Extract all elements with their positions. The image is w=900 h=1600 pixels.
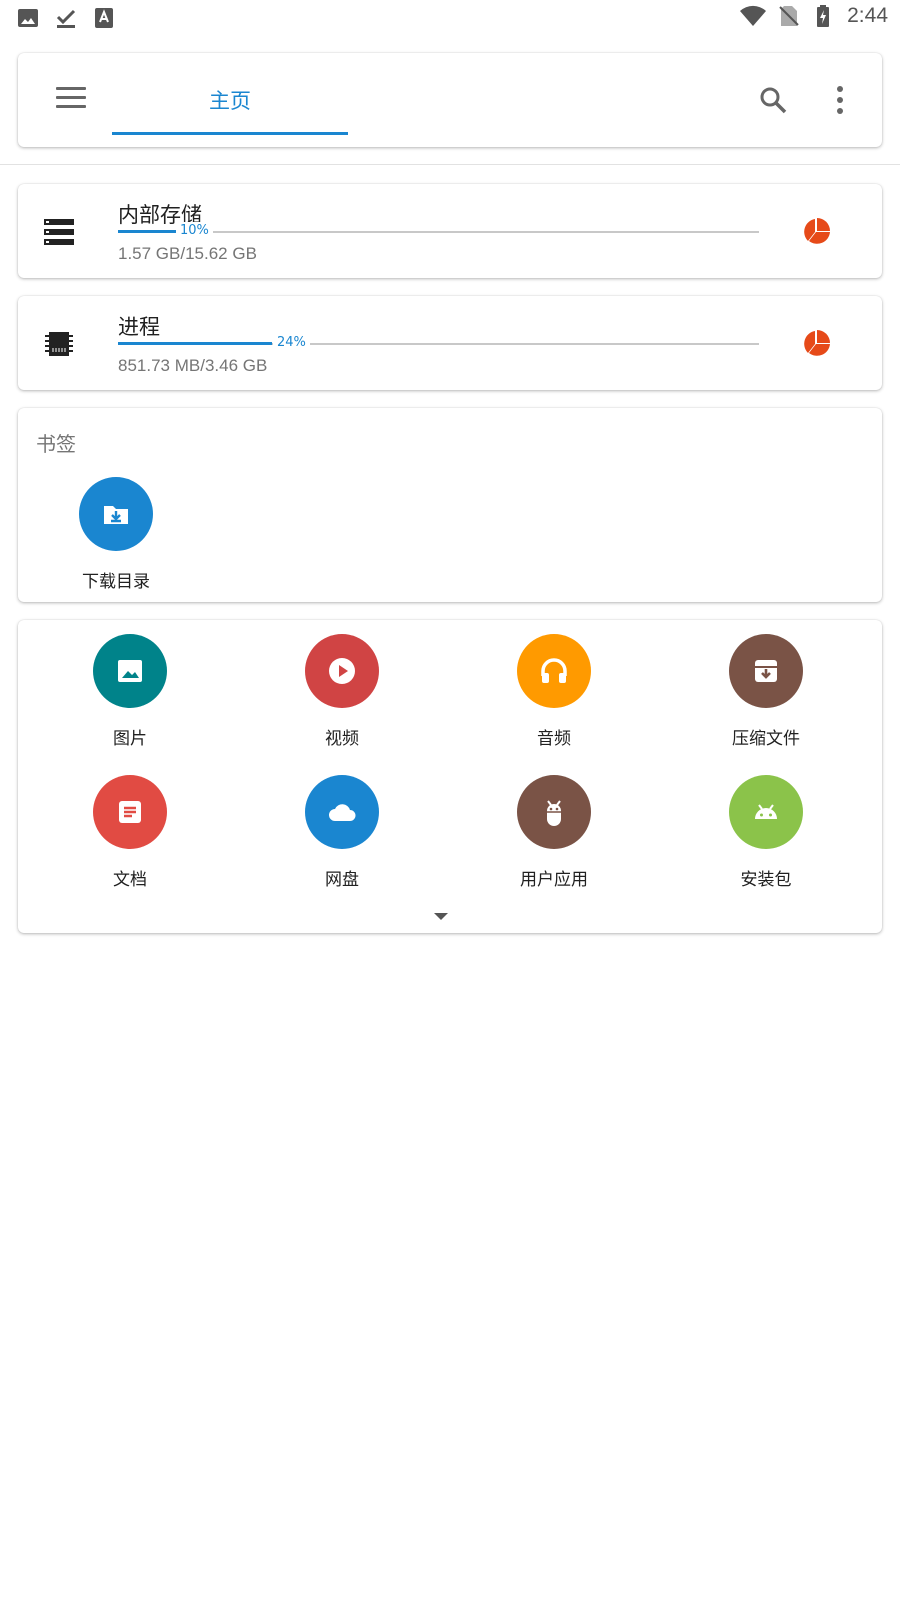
category-label: 安装包 (740, 870, 792, 890)
category-circle (93, 634, 167, 708)
storage-icon (44, 219, 74, 245)
storage-percent: 24% (273, 334, 310, 352)
image-icon (118, 660, 142, 682)
category-label: 音频 (537, 729, 571, 749)
category-label: 文档 (113, 870, 147, 890)
category-circle (305, 634, 379, 708)
image-icon (18, 9, 38, 27)
expand-more-icon[interactable] (432, 910, 450, 922)
category-documents[interactable]: 文档 (24, 775, 236, 890)
category-label: 图片 (113, 729, 147, 749)
bookmarks-card: 书签 下载目录 (18, 408, 882, 602)
category-videos[interactable]: 视频 (236, 634, 448, 749)
archive-icon (755, 660, 777, 682)
chip-icon (45, 332, 73, 356)
check-download-icon (56, 9, 76, 28)
pie-chart-icon[interactable] (802, 328, 832, 358)
storage-progress-fill (118, 342, 272, 345)
android-icon (755, 804, 777, 819)
bookmarks-title: 书签 (36, 432, 76, 456)
storage-title: 进程 (118, 315, 160, 339)
category-label: 网盘 (325, 870, 359, 890)
clock: 2:44 (847, 4, 888, 27)
storage-progress: 10% (118, 222, 759, 240)
cloud-icon (329, 804, 356, 821)
tab-home[interactable]: 主页 (112, 53, 348, 135)
wifi-icon (740, 5, 767, 27)
play-icon (329, 658, 355, 684)
category-images[interactable]: 图片 (24, 634, 236, 749)
storage-detail: 1.57 GB/15.62 GB (118, 244, 257, 263)
category-circle (305, 775, 379, 849)
search-icon[interactable] (758, 85, 788, 115)
battery-charging-icon (817, 5, 830, 27)
category-audio[interactable]: 音频 (448, 634, 660, 749)
categories-card: 图片 视频 音频 压缩文件 文档 网盘 用户应用 安装包 (18, 620, 882, 933)
download-folder-icon (104, 506, 128, 524)
bookmark-circle (79, 477, 153, 551)
divider (0, 164, 900, 165)
category-grid: 图片 视频 音频 压缩文件 文档 网盘 用户应用 安装包 (18, 634, 882, 890)
category-user-apps[interactable]: 用户应用 (448, 775, 660, 890)
menu-icon[interactable] (56, 87, 86, 113)
storage-card-process[interactable]: 进程 24% 851.73 MB/3.46 GB (18, 296, 882, 390)
category-circle (729, 634, 803, 708)
no-sim-icon (779, 6, 799, 26)
text-a-icon (95, 8, 113, 28)
status-bar: 2:44 (0, 0, 900, 36)
category-circle (517, 634, 591, 708)
bookmark-download-dir[interactable]: 下载目录 (74, 477, 158, 592)
pie-chart-icon[interactable] (802, 216, 832, 246)
storage-detail: 851.73 MB/3.46 GB (118, 356, 268, 375)
bookmark-label: 下载目录 (82, 572, 150, 592)
storage-card-internal[interactable]: 内部存储 10% 1.57 GB/15.62 GB (18, 184, 882, 278)
category-label: 用户应用 (520, 870, 588, 890)
storage-progress-fill (118, 230, 178, 233)
category-circle (729, 775, 803, 849)
document-icon (119, 801, 141, 823)
tab-indicator (112, 132, 348, 135)
headphones-icon (541, 658, 567, 683)
category-circle (517, 775, 591, 849)
app-toolbar: 主页 (18, 53, 882, 147)
category-label: 压缩文件 (732, 729, 800, 749)
category-apk[interactable]: 安装包 (660, 775, 872, 890)
category-circle (93, 775, 167, 849)
storage-progress: 24% (118, 334, 759, 352)
category-cloud[interactable]: 网盘 (236, 775, 448, 890)
more-vert-icon[interactable] (836, 85, 844, 115)
category-archives[interactable]: 压缩文件 (660, 634, 872, 749)
category-label: 视频 (325, 729, 359, 749)
storage-percent: 10% (176, 222, 213, 240)
android-head-icon (547, 800, 561, 826)
